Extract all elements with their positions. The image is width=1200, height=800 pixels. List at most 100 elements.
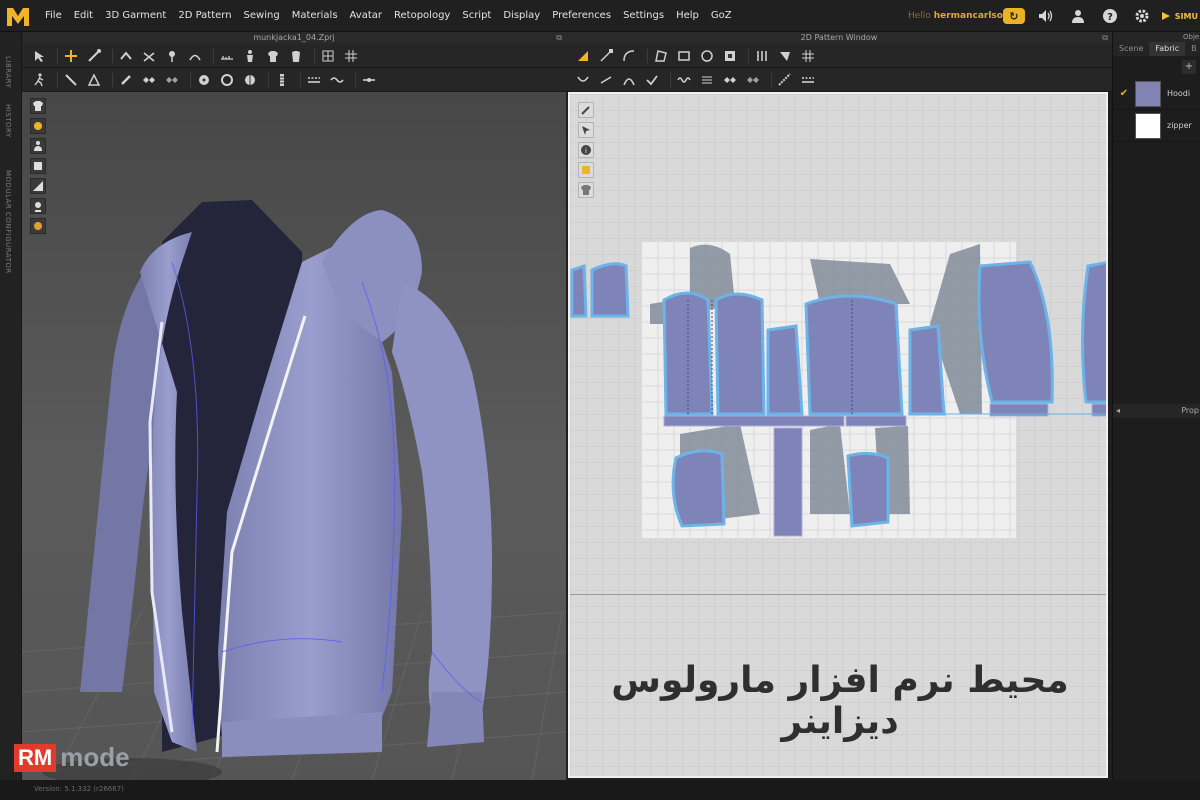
mesh-display-icon[interactable] [30,158,46,174]
app-window: File Edit 3D Garment 2D Pattern Sewing M… [0,0,1200,800]
simulation-button[interactable]: SIMU [1161,4,1198,28]
tab-button[interactable]: B [1185,42,1200,56]
fabric-texture-icon[interactable] [30,118,46,134]
highlight-icon[interactable] [578,162,594,178]
pin-icon[interactable] [163,48,181,64]
menu-help[interactable]: Help [670,10,705,21]
transform-icon[interactable] [85,48,103,64]
cloud-sync-icon[interactable]: ↻ [1001,4,1027,28]
check-sewing-icon[interactable] [643,72,661,88]
move-icon[interactable] [62,48,80,64]
brush-icon[interactable] [117,72,135,88]
menu-3d-garment[interactable]: 3D Garment [99,10,172,21]
tab-fabric[interactable]: Fabric [1149,42,1186,56]
walk-avatar-icon[interactable] [30,72,48,88]
menu-materials[interactable]: Materials [286,10,344,21]
avatar-icon[interactable] [241,48,259,64]
help-icon[interactable]: ? [1097,4,1123,28]
elastic-icon[interactable] [675,72,693,88]
menu-retopology[interactable]: Retopology [388,10,456,21]
topstitch-icon[interactable] [305,72,323,88]
segment-sewing-icon[interactable] [597,72,615,88]
puckering-icon[interactable] [328,72,346,88]
2d-viewport[interactable]: i محیط نرم افزار مارولوس دیزاینر [568,92,1108,778]
texture-icon[interactable] [140,72,158,88]
garment-display-icon[interactable] [30,98,46,114]
fold-icon[interactable] [117,48,135,64]
library-tab[interactable]: LIBRARY [4,56,12,88]
user-icon[interactable] [1065,4,1091,28]
menu-sewing[interactable]: Sewing [238,10,286,21]
pattern-select-icon[interactable] [578,122,594,138]
skin-display-icon[interactable] [30,198,46,214]
strap-icon[interactable] [186,48,204,64]
measure-icon[interactable] [218,48,236,64]
point-select-icon[interactable] [62,72,80,88]
buttonhole-icon[interactable] [218,72,236,88]
split-icon[interactable] [360,72,378,88]
settings-gear-icon[interactable] [1129,4,1155,28]
menu-file[interactable]: File [39,10,68,21]
menu-edit[interactable]: Edit [68,10,99,21]
edit-curve-icon[interactable] [620,48,638,64]
mesh-select-icon[interactable] [85,72,103,88]
history-tab[interactable]: HISTORY [4,104,12,138]
add-fabric-button[interactable]: + [1182,60,1196,74]
pattern-piece-hood-side [590,262,630,318]
tab-scene[interactable]: Scene [1113,42,1149,56]
transform-pattern-icon[interactable] [574,48,592,64]
modular-configurator-tab[interactable]: MODULAR CONFIGURATOR [4,170,12,274]
garment-icon[interactable] [264,48,282,64]
dart-icon[interactable] [753,48,771,64]
app-logo[interactable] [3,2,33,30]
avatar-texture-icon[interactable] [30,218,46,234]
notch-icon[interactable] [776,48,794,64]
info-icon[interactable]: i [578,142,594,158]
shirring-icon[interactable] [698,72,716,88]
select-button-icon[interactable] [241,72,259,88]
menu-settings[interactable]: Settings [617,10,670,21]
menu-avatar[interactable]: Avatar [344,10,388,21]
pattern-piece-side-right [908,324,946,416]
ruler-icon[interactable] [776,72,794,88]
grid-icon[interactable] [342,48,360,64]
speaker-icon[interactable] [1033,4,1059,28]
pattern-edit-icon[interactable] [578,102,594,118]
free-sewing-icon[interactable] [620,72,638,88]
shirt-2d-icon[interactable] [578,182,594,198]
rectangle-icon[interactable] [675,48,693,64]
menu-preferences[interactable]: Preferences [546,10,617,21]
tshirt-icon[interactable] [287,48,305,64]
trace-icon[interactable] [799,48,817,64]
pattern-piece-sleeve-right [977,260,1054,404]
menu-2d-pattern[interactable]: 2D Pattern [172,10,237,21]
arrange-icon[interactable] [319,48,337,64]
strain-map-icon[interactable] [30,178,46,194]
left-side-strip: LIBRARY HISTORY MODULAR CONFIGURATOR [0,32,22,780]
undock-2d-icon[interactable]: ⧉ [1102,32,1108,44]
menu-script[interactable]: Script [456,10,497,21]
dashed-line-icon[interactable] [799,72,817,88]
collapse-arrow-icon[interactable]: ◂ [1116,406,1120,415]
graphic-icon[interactable] [163,72,181,88]
texture-2d-icon[interactable] [721,72,739,88]
avatar-display-icon[interactable] [30,138,46,154]
sewing-icon[interactable] [574,72,592,88]
3d-viewport[interactable] [22,92,566,780]
circle-icon[interactable] [698,48,716,64]
button-icon[interactable] [195,72,213,88]
internal-shape-icon[interactable] [721,48,739,64]
polygon-icon[interactable] [652,48,670,64]
tack-icon[interactable] [140,48,158,64]
zipper-icon[interactable] [273,72,291,88]
property-editor-header[interactable]: ◂ Prop [1113,404,1200,418]
edit-point-icon[interactable] [597,48,615,64]
menu-display[interactable]: Display [497,10,546,21]
top-right-icons: ↻ ? SIMU [995,0,1200,32]
fabric-item-hoodi[interactable]: ✔ Hoodi [1113,78,1200,110]
fabric-item-zipper[interactable]: zipper [1113,110,1200,142]
menu-goz[interactable]: GoZ [705,10,738,21]
graphic-2d-icon[interactable] [744,72,762,88]
select-icon[interactable] [30,48,48,64]
undock-icon[interactable]: ⧉ [556,32,562,44]
